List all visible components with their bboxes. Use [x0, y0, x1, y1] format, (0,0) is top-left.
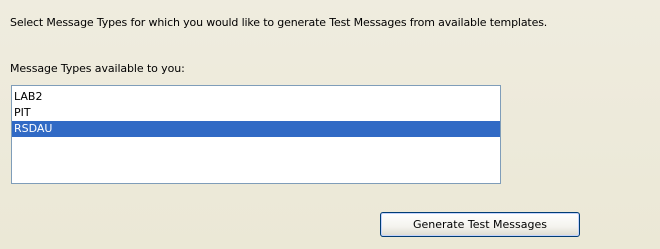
list-item-lab2[interactable]: LAB2 — [12, 89, 500, 105]
list-item-rsdau[interactable]: RSDAU — [12, 121, 500, 137]
instructions-text: Select Message Types for which you would… — [10, 16, 548, 29]
list-item-pit[interactable]: PIT — [12, 105, 500, 121]
message-types-listbox[interactable]: LAB2 PIT RSDAU — [11, 85, 501, 184]
generate-test-messages-panel: Select Message Types for which you would… — [0, 0, 660, 249]
message-types-label: Message Types available to you: — [10, 62, 185, 75]
generate-test-messages-button[interactable]: Generate Test Messages — [380, 212, 580, 237]
